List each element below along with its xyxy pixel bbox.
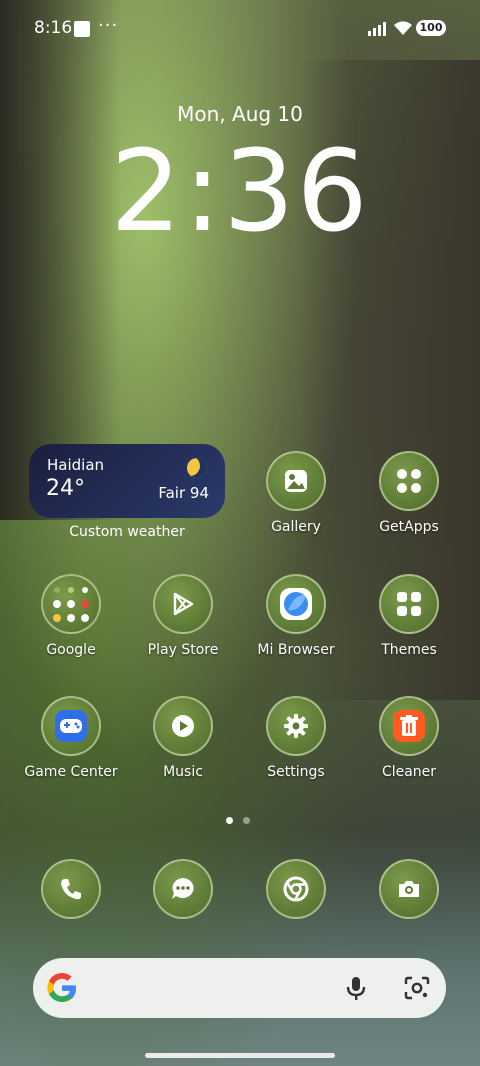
lens-icon[interactable] xyxy=(404,976,430,1000)
dock-messages[interactable] xyxy=(128,859,238,959)
app-cleaner[interactable]: Cleaner xyxy=(354,696,464,796)
page-dot-active xyxy=(226,817,233,824)
app-game-center[interactable]: Game Center xyxy=(16,696,126,796)
app-label: Play Store xyxy=(147,642,219,658)
settings-icon xyxy=(266,696,326,756)
play-store-icon xyxy=(153,574,213,634)
battery-indicator: 100 xyxy=(416,20,446,36)
app-label: GetApps xyxy=(379,519,439,535)
phone-icon xyxy=(41,859,101,919)
weather-condition: Fair 94 xyxy=(158,484,209,502)
clock-widget[interactable]: 2:36 xyxy=(0,132,480,252)
themes-icon xyxy=(379,574,439,634)
gallery-icon xyxy=(266,451,326,511)
music-icon xyxy=(153,696,213,756)
dock-phone[interactable] xyxy=(16,859,126,959)
page-dot xyxy=(243,817,250,824)
app-label: Mi Browser xyxy=(257,642,335,658)
status-time: 8:16 xyxy=(34,18,73,38)
google-search-bar[interactable] xyxy=(33,958,446,1018)
app-label: Themes xyxy=(381,642,437,658)
app-label: Settings xyxy=(267,764,325,780)
weather-widget[interactable]: Haidian 24° Fair 94 xyxy=(29,444,225,518)
app-mi-browser[interactable]: Mi Browser xyxy=(241,574,351,674)
more-notifications-icon: ··· xyxy=(98,15,119,36)
app-label: Gallery xyxy=(271,519,321,535)
chrome-icon xyxy=(266,859,326,919)
moon-icon xyxy=(187,458,207,478)
app-label: Music xyxy=(163,764,203,780)
wifi-icon xyxy=(394,21,412,35)
date-text: Mon, Aug 10 xyxy=(177,102,303,126)
app-label: Google xyxy=(46,642,96,658)
camera-icon xyxy=(379,859,439,919)
weather-widget-label: Custom weather xyxy=(69,524,185,540)
app-label: Cleaner xyxy=(381,764,437,780)
app-music[interactable]: Music xyxy=(128,696,238,796)
home-gesture-bar[interactable] xyxy=(145,1053,335,1058)
status-bar: 8:16 ··· 100 xyxy=(0,14,480,42)
weather-city: Haidian xyxy=(47,456,105,474)
app-themes[interactable]: Themes xyxy=(354,574,464,674)
microphone-icon[interactable] xyxy=(345,975,367,1001)
mi-browser-icon xyxy=(266,574,326,634)
getapps-icon xyxy=(379,451,439,511)
dock-camera[interactable] xyxy=(354,859,464,959)
google-logo-icon xyxy=(47,973,76,1002)
app-label: Game Center xyxy=(24,764,118,780)
page-indicator xyxy=(226,809,260,828)
app-play-store[interactable]: Play Store xyxy=(128,574,238,674)
app-settings[interactable]: Settings xyxy=(241,696,351,796)
cleaner-icon xyxy=(379,696,439,756)
weather-temperature: 24° xyxy=(46,476,85,501)
game-center-icon xyxy=(41,696,101,756)
signal-icon xyxy=(368,22,388,36)
notification-icon xyxy=(74,21,90,37)
app-google-folder[interactable]: Google xyxy=(16,574,126,674)
app-getapps[interactable]: GetApps xyxy=(354,451,464,551)
google-folder-icon xyxy=(41,574,101,634)
dock-chrome[interactable] xyxy=(241,859,351,959)
messages-icon xyxy=(153,859,213,919)
app-gallery[interactable]: Gallery xyxy=(241,451,351,551)
